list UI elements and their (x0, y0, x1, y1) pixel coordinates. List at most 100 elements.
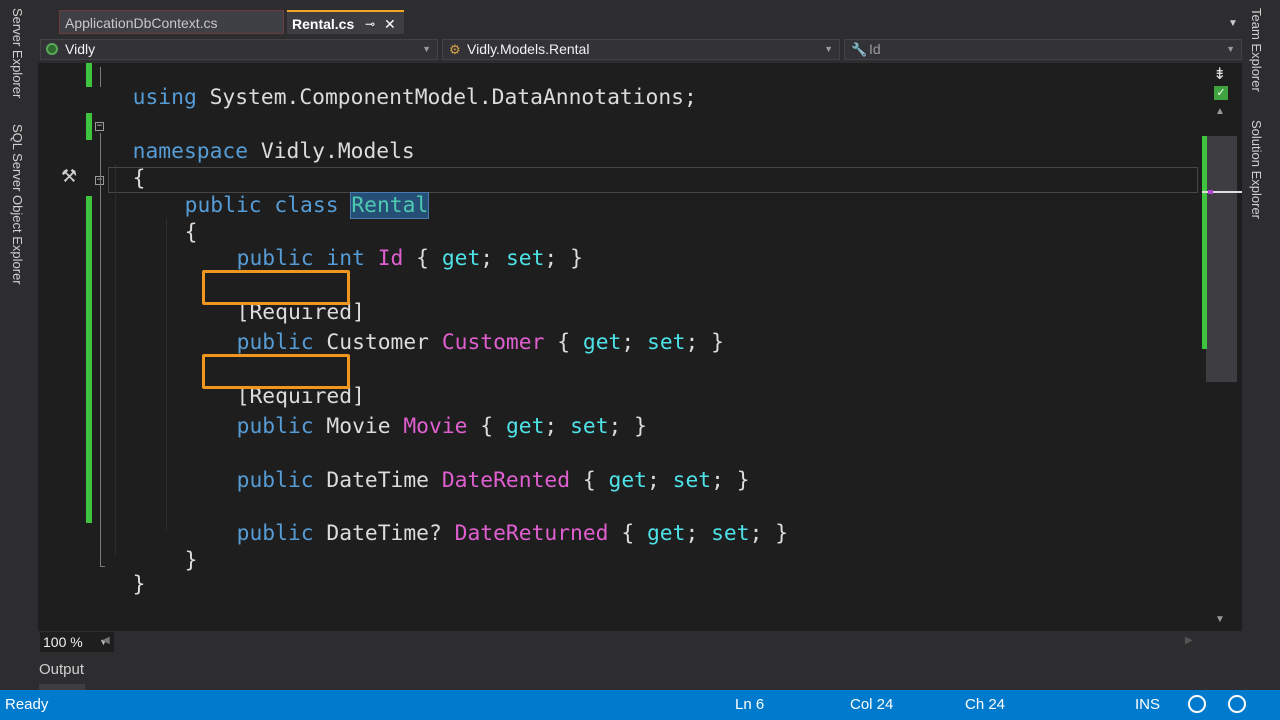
keyword: using (132, 85, 197, 110)
close-icon[interactable]: ✕ (384, 12, 396, 36)
property-name: Movie (403, 414, 468, 439)
set-accessor: set (505, 246, 545, 271)
indent-guide (166, 220, 168, 530)
tab-rental[interactable]: Rental.cs ⊸ ✕ (287, 10, 404, 34)
chevron-down-icon: ▼ (422, 44, 431, 54)
type-name: DateTime (326, 468, 442, 493)
quick-actions-hammer-icon[interactable]: ⚒ (61, 166, 77, 187)
scroll-right-icon[interactable]: ▶ (1185, 635, 1193, 646)
status-insert-mode: INS (1135, 696, 1161, 713)
punct: { (570, 468, 609, 493)
property-name: DateReturned (454, 521, 609, 546)
property-name: DateRented (441, 468, 571, 493)
punct: ; } (685, 330, 724, 355)
keyword: public int (236, 246, 378, 271)
pin-icon[interactable]: ⊸ (365, 12, 375, 36)
type-name: Customer (326, 330, 442, 355)
keyword: public (236, 414, 327, 439)
code-line-5: public class Rental (159, 167, 430, 219)
notifications-icon[interactable] (1228, 695, 1246, 713)
punct: ; } (711, 468, 750, 493)
code-line-15: public DateTime DateRented { get; set; } (211, 442, 750, 494)
get-accessor: get (441, 246, 481, 271)
code-line-7: public int Id { get; set; } (211, 220, 583, 272)
no-issues-check-icon: ✓ (1214, 86, 1228, 100)
chevron-down-icon: ▼ (824, 44, 833, 54)
set-accessor: set (570, 414, 609, 439)
punct: { (403, 246, 442, 271)
punct: ; } (749, 521, 789, 546)
class-name-selected[interactable]: Rental (350, 192, 430, 219)
zoom-value: 100 % (43, 634, 83, 650)
scrollbar-change-marker (1202, 136, 1207, 349)
type-name: DateTime? (326, 521, 455, 546)
code-line-13: public Movie Movie { get; set; } (211, 388, 647, 440)
status-column: Col 24 (850, 696, 894, 713)
code-line-6: { (159, 194, 198, 246)
punct: ; (480, 246, 506, 271)
keyword: public (236, 468, 327, 493)
property-name: Customer (441, 330, 545, 355)
tab-overflow-icon[interactable]: ▼ (1228, 18, 1238, 29)
brace: } (132, 572, 146, 597)
sql-server-object-explorer-tab[interactable]: SQL Server Object Explorer (10, 124, 25, 285)
status-char: Ch 24 (965, 696, 1006, 713)
punct: ; (621, 330, 647, 355)
output-panel-tab[interactable]: Output (39, 661, 84, 678)
namespace-name: Vidly.Models (248, 139, 415, 164)
code-line-3: namespace Vidly.Models (107, 113, 415, 165)
scroll-left-icon[interactable]: ◀ (102, 635, 110, 646)
brace: } (184, 548, 198, 573)
highlight-box (202, 270, 350, 305)
scroll-up-icon[interactable]: ▲ (1215, 106, 1225, 117)
project-dropdown[interactable]: Vidly ▼ (40, 39, 438, 60)
punct: ; } (608, 414, 647, 439)
punct: ; (544, 414, 571, 439)
collapse-namespace-icon[interactable]: − (95, 122, 104, 131)
wrench-icon: 🔧 (851, 42, 868, 57)
keyword: public (236, 330, 327, 355)
scrollbar-thumb[interactable] (1206, 136, 1237, 382)
team-explorer-tab[interactable]: Team Explorer (1249, 8, 1264, 92)
indent-guide (115, 165, 117, 555)
member-dropdown[interactable]: 🔧 Id ▼ (844, 39, 1242, 60)
tab-applicationdbcontext[interactable]: ApplicationDbContext.cs (59, 10, 284, 34)
member-name: Id (869, 41, 881, 57)
punct: { (544, 330, 583, 355)
left-tool-strip (0, 0, 38, 690)
punct: ; (646, 468, 673, 493)
get-accessor: get (582, 330, 622, 355)
tab-label: Rental.cs (292, 16, 355, 32)
status-ready: Ready (5, 696, 49, 713)
type-dropdown[interactable]: ⚙ Vidly.Models.Rental ▼ (442, 39, 840, 60)
server-explorer-tab[interactable]: Server Explorer (10, 8, 25, 98)
keyword: public class (184, 193, 352, 218)
output-label: Output (39, 661, 85, 678)
change-bar (86, 63, 92, 87)
project-icon (46, 43, 58, 55)
scroll-down-icon[interactable]: ▼ (1215, 614, 1225, 625)
set-accessor: set (647, 330, 686, 355)
punct: { (467, 414, 506, 439)
solution-explorer-tab[interactable]: Solution Explorer (1249, 120, 1264, 219)
code-line-4: { (107, 140, 146, 192)
brace: { (132, 166, 146, 191)
keyword: namespace (132, 139, 249, 164)
publish-icon[interactable] (1188, 695, 1206, 713)
brace: { (184, 220, 198, 245)
scrollbar-caret-marker (1208, 190, 1213, 194)
punct: ; (685, 521, 712, 546)
code-line-19: } (107, 546, 146, 598)
change-bar (86, 196, 92, 523)
class-icon: ⚙ (449, 42, 461, 57)
code-line-10: public Customer Customer { get; set; } (211, 304, 724, 356)
get-accessor: get (646, 521, 686, 546)
namespace-ref: System.ComponentModel.DataAnnotations; (196, 85, 697, 110)
split-editor-icon[interactable]: ⇟ (1213, 64, 1226, 84)
set-accessor: set (711, 521, 750, 546)
highlight-box (202, 354, 350, 389)
status-line: Ln 6 (735, 696, 765, 713)
outline-line (100, 133, 101, 567)
property-name: Id (377, 246, 404, 271)
horizontal-scrollbar-track[interactable] (115, 638, 1185, 646)
